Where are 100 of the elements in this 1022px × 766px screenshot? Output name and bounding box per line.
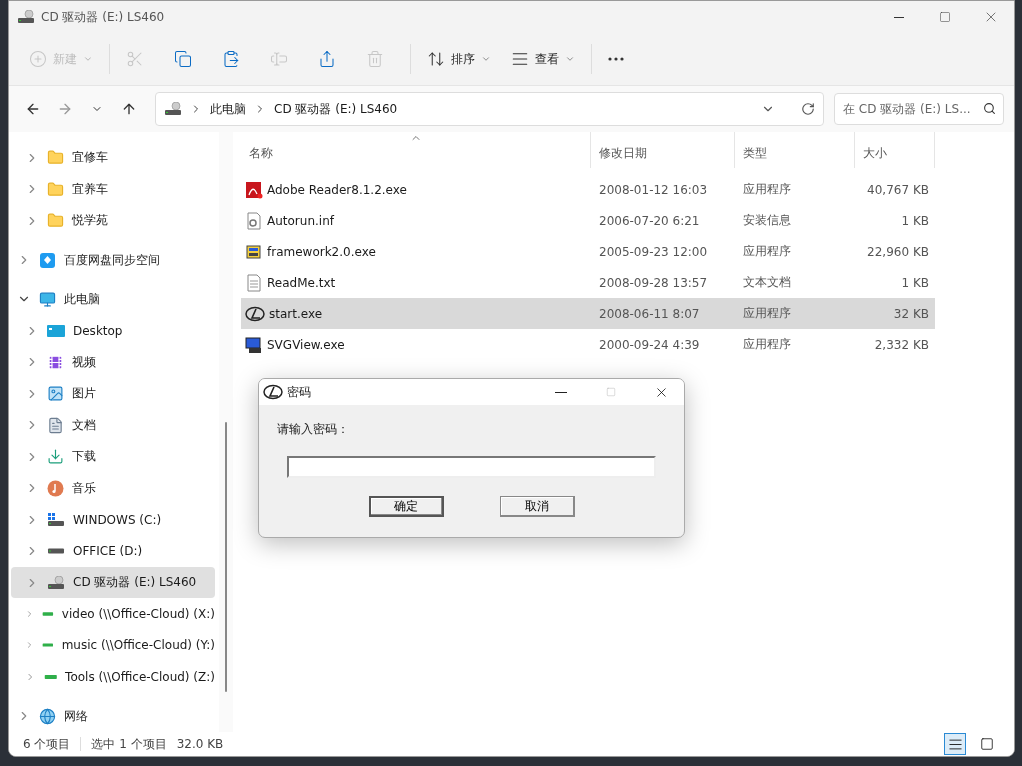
file-row[interactable]: framework2.0.exe 2005-09-23 12:00 应用程序 22,960 KB — [241, 236, 935, 267]
file-row[interactable]: Autorun.inf 2006-07-20 6:21 安装信息 1 KB — [241, 205, 935, 236]
size-cell-text: 22,960 KB — [866, 244, 930, 259]
application-icon — [245, 335, 263, 354]
sidebar-item[interactable]: Tools (\\Office-Cloud) (Z:) — [11, 661, 215, 693]
up-arrow-icon — [121, 101, 137, 117]
date-cell-text: 2008-09-28 13:57 — [598, 275, 709, 290]
cd-drive-icon — [164, 102, 182, 116]
password-field[interactable] — [287, 456, 656, 478]
refresh-icon[interactable] — [801, 102, 815, 116]
file-row[interactable]: start.exe 2008-06-11 8:07 应用程序 32 KB — [241, 298, 935, 329]
document-icon — [47, 416, 64, 434]
file-name: start.exe — [269, 306, 323, 321]
column-header[interactable]: 大小 — [855, 132, 935, 168]
column-header[interactable]: 类型 — [735, 132, 855, 168]
date-cell-text: 2006-07-20 6:21 — [598, 213, 701, 228]
emblem-icon — [263, 384, 283, 400]
window-title: CD 驱动器 (E:) LS460 — [41, 8, 166, 26]
lines-icon — [947, 736, 963, 752]
search-icon — [983, 102, 996, 115]
address-bar[interactable]: 此电脑 CD 驱动器 (E:) LS460 — [155, 92, 824, 126]
maximize-icon — [606, 387, 616, 397]
folder-icon — [47, 180, 64, 198]
view-button[interactable]: 查看 — [503, 41, 583, 77]
square-icon — [980, 737, 994, 751]
drive-icon — [47, 548, 65, 555]
forward-arrow-icon — [57, 101, 73, 117]
search-field[interactable]: 在 CD 驱动器 (E:) LS... — [834, 93, 1004, 125]
network-drive-icon — [42, 642, 54, 649]
date-cell-text: 2008-06-11 8:07 — [598, 306, 701, 321]
scrollbar[interactable] — [219, 132, 233, 732]
settings-file-icon — [245, 211, 263, 230]
file-name: framework2.0.exe — [267, 244, 376, 259]
password-prompt: 请输入密码： — [277, 421, 350, 438]
file-name: ReadMe.txt — [267, 275, 336, 290]
folder-icon — [47, 212, 64, 230]
sidebar-item[interactable]: CD 驱动器 (E:) LS460 — [11, 566, 215, 599]
details-view-button[interactable] — [944, 733, 966, 755]
size-cell-text: 1 KB — [900, 275, 930, 290]
cancel-button[interactable]: 取消 — [499, 496, 575, 517]
sidebar-item[interactable]: 此电脑 — [11, 283, 215, 316]
sidebar-item[interactable]: 悦学苑 — [11, 204, 215, 237]
sidebar-item[interactable]: 百度网盘同步空间 — [11, 244, 215, 276]
file-row[interactable]: ReadMe.txt 2008-09-28 13:57 文本文档 1 KB — [241, 267, 935, 298]
computer-icon — [39, 290, 56, 308]
cloud-sync-icon — [39, 251, 56, 269]
sidebar-item[interactable]: OFFICE (D:) — [11, 535, 215, 567]
column-header[interactable]: 名称 — [241, 132, 591, 168]
file-name: SVGView.exe — [267, 337, 345, 352]
download-icon — [47, 448, 64, 466]
minimize-icon — [555, 391, 567, 393]
type-cell-text: 应用程序 — [742, 181, 792, 198]
selection-size: 32.0 KB — [176, 737, 224, 751]
selection-count: 选中 1 个项目 — [91, 735, 167, 753]
sidebar-item[interactable]: WINDOWS (C:) — [11, 503, 215, 536]
picture-icon — [47, 385, 64, 403]
network-icon — [39, 707, 56, 725]
type-cell-text: 应用程序 — [742, 305, 792, 322]
file-row[interactable]: Adobe Reader8.1.2.exe 2008-01-12 16:03 应用程序 40,767 KB — [241, 174, 935, 205]
desktop-icon — [47, 323, 65, 338]
sort-button[interactable]: 排序 — [419, 41, 499, 77]
type-cell-text: 应用程序 — [742, 243, 792, 260]
file-row[interactable]: SVGView.exe 2000-09-24 4:39 应用程序 2,332 KB — [241, 329, 935, 360]
pdf-file-icon — [245, 180, 263, 199]
cd-drive-icon — [47, 575, 65, 590]
sidebar-item[interactable]: 下载 — [11, 440, 215, 473]
caret-icon — [83, 54, 93, 64]
dialog-title: 密码 — [287, 383, 312, 401]
caret-icon — [565, 54, 575, 64]
date-cell-text: 2005-09-23 12:00 — [598, 244, 709, 259]
maximize-icon — [939, 11, 951, 23]
type-cell-text: 应用程序 — [742, 336, 792, 353]
sidebar-item[interactable]: 图片 — [11, 378, 215, 410]
sidebar-item[interactable]: 文档 — [11, 409, 215, 441]
date-cell-text: 2000-09-24 4:39 — [598, 337, 701, 352]
size-cell-text: 40,767 KB — [866, 182, 930, 197]
breadcrumb[interactable]: CD 驱动器 (E:) LS460 — [274, 100, 398, 118]
sidebar-item[interactable]: Desktop — [11, 315, 215, 347]
folder-icon — [47, 149, 64, 167]
date-cell-text: 2008-01-12 16:03 — [598, 182, 709, 197]
sidebar-item[interactable]: video (\\Office-Cloud) (X:) — [11, 598, 215, 630]
size-cell-text: 32 KB — [892, 306, 930, 321]
network-drive-icon — [42, 611, 54, 617]
sidebar-item[interactable]: 宜养车 — [11, 173, 215, 205]
sidebar-item[interactable]: 音乐 — [11, 472, 215, 504]
size-cell-text: 1 KB — [900, 213, 930, 228]
file-name: Autorun.inf — [267, 213, 334, 228]
music-icon — [47, 479, 64, 497]
size-cell-text: 2,332 KB — [873, 337, 930, 352]
minimize-icon — [894, 16, 904, 18]
sidebar-item[interactable]: 宜修车 — [11, 142, 215, 174]
column-header[interactable]: 修改日期 — [591, 132, 735, 168]
sidebar-item[interactable]: 网络 — [11, 700, 215, 732]
sidebar-item[interactable]: 视频 — [11, 346, 215, 378]
breadcrumb[interactable]: 此电脑 — [210, 100, 246, 118]
file-name: Adobe Reader8.1.2.exe — [267, 182, 407, 197]
item-count: 6 个项目 — [23, 735, 71, 753]
confirm-button[interactable]: 确定 — [368, 496, 444, 517]
sidebar-item[interactable]: music (\\Office-Cloud) (Y:) — [11, 629, 215, 662]
installer-icon — [245, 242, 263, 261]
